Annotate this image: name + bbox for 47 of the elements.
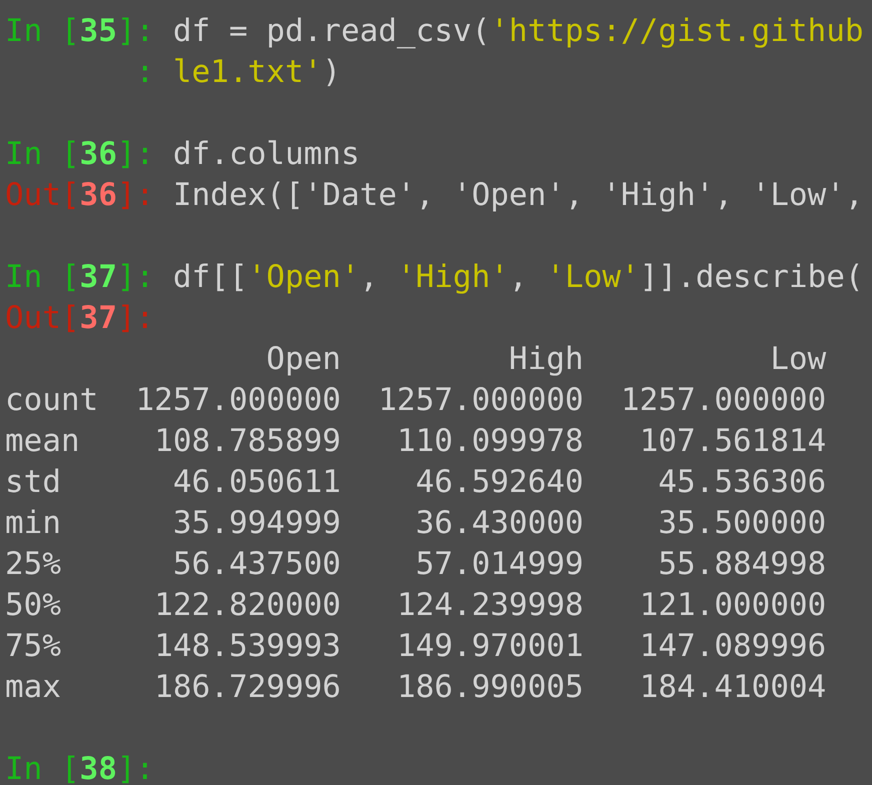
table-cell-text: 55.884998: [657, 545, 826, 584]
code-line: df.columns: [172, 135, 360, 174]
column-header: Low: [769, 340, 826, 379]
table-cell-text: 35.500000: [657, 504, 826, 543]
code-line: Index(['Date', 'Open', 'High', 'Low',: [172, 176, 864, 215]
table-cell-text: 56.437500: [172, 545, 341, 584]
table-cell-text: 108.785899: [153, 422, 341, 461]
table-cell-text: 124.239998: [396, 586, 584, 625]
table-cell-text: 148.539993: [153, 627, 341, 666]
table-cell-text: 110.099978: [396, 422, 584, 461]
table-cell-text: 147.089996: [638, 627, 826, 666]
table-cell-text: 45.536306: [657, 463, 826, 502]
table-cell-text: 149.970001: [396, 627, 584, 666]
output-prompt: Out[36]:: [5, 176, 156, 215]
input-prompt: In [35]:: [5, 12, 156, 51]
code-line: le1.txt'): [172, 53, 341, 92]
row-header: 25%: [5, 545, 62, 584]
row-header: std: [5, 463, 62, 502]
input-prompt: In [37]:: [5, 258, 156, 297]
table-cell-text: 186.990005: [396, 668, 584, 707]
continuation-prompt: :: [136, 53, 154, 92]
table-cell-text: 186.729996: [153, 668, 341, 707]
table-cell-text: 36.430000: [414, 504, 584, 543]
input-prompt: In [36]:: [5, 135, 156, 174]
code-line: df = pd.read_csv('https://gist.github: [172, 12, 864, 51]
table-cell-text: 35.994999: [172, 504, 341, 543]
table-cell-text: 57.014999: [414, 545, 584, 584]
column-header: Open: [265, 340, 341, 379]
table-cell-text: 1257.000000: [620, 381, 826, 420]
code-line: df[['Open', 'High', 'Low']].describe(: [172, 258, 864, 297]
table-cell-text: 107.561814: [638, 422, 826, 461]
table-cell-text: 121.000000: [638, 586, 826, 625]
row-header: min: [5, 504, 62, 543]
row-header: count: [5, 381, 98, 420]
row-header: 75%: [5, 627, 62, 666]
table-cell-text: 46.592640: [414, 463, 584, 502]
column-header: High: [508, 340, 584, 379]
table-cell-text: 1257.000000: [377, 381, 584, 420]
output-prompt: Out[37]:: [5, 299, 156, 338]
table-cell-text: 46.050611: [172, 463, 341, 502]
row-header: 50%: [5, 586, 62, 625]
table-cell-text: 1257.000000: [134, 381, 341, 420]
row-header: max: [5, 668, 62, 707]
table-cell-text: 122.820000: [153, 586, 341, 625]
input-prompt: In [38]:: [5, 750, 156, 785]
row-header: mean: [5, 422, 81, 461]
table-cell-text: 184.410004: [638, 668, 826, 707]
